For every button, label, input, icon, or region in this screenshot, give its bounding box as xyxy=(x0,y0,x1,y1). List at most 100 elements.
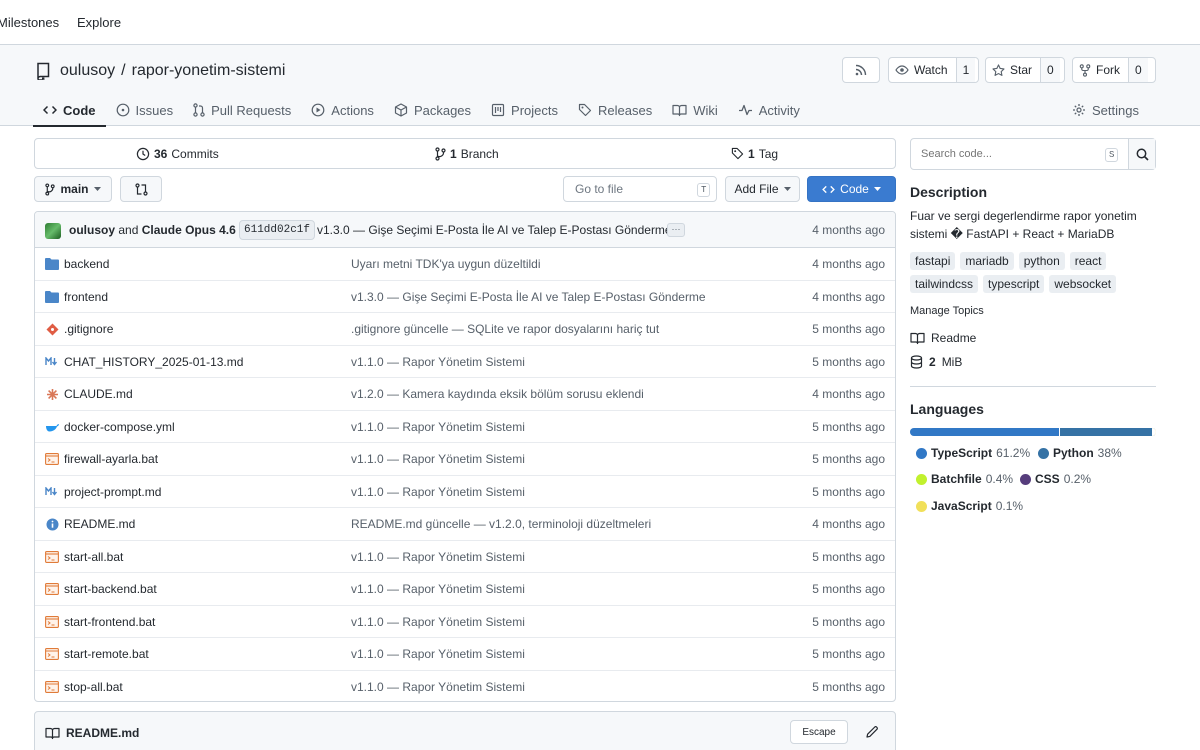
tab-actions[interactable]: Actions xyxy=(301,94,384,126)
file-name-link[interactable]: CLAUDE.md xyxy=(64,387,133,401)
tab-packages[interactable]: Packages xyxy=(384,94,481,126)
code-download-button[interactable]: Code xyxy=(807,176,896,202)
search-input[interactable] xyxy=(911,139,1128,169)
file-name-link[interactable]: start-remote.bat xyxy=(64,647,149,661)
table-row[interactable]: CLAUDE.md v1.2.0 — Kamera kaydında eksik … xyxy=(35,378,895,411)
file-commit-message-link[interactable]: v1.2.0 — Kamera kaydında eksik bölüm sor… xyxy=(351,387,644,401)
language-item[interactable]: TypeScript 61.2% xyxy=(916,446,1030,460)
tab-code[interactable]: Code xyxy=(33,94,106,127)
topic-tag[interactable]: python xyxy=(1018,252,1065,270)
commit-author-primary[interactable]: oulusoy xyxy=(69,223,115,237)
file-name-link[interactable]: start-frontend.bat xyxy=(64,615,155,629)
file-name-link[interactable]: project-prompt.md xyxy=(64,485,161,499)
file-commit-message-link[interactable]: v1.1.0 — Rapor Yönetim Sistemi xyxy=(351,582,525,596)
topic-tag[interactable]: fastapi xyxy=(910,252,956,270)
file-commit-message-link[interactable]: v1.1.0 — Rapor Yönetim Sistemi xyxy=(351,615,525,629)
table-row[interactable]: CHAT_HISTORY_2025-01-13.md v1.1.0 — Rapor… xyxy=(35,346,895,378)
tab-pull-requests[interactable]: Pull Requests xyxy=(183,94,301,126)
file-name-link[interactable]: start-backend.bat xyxy=(64,582,157,596)
file-commit-message-link[interactable]: v1.1.0 — Rapor Yönetim Sistemi xyxy=(351,680,525,694)
tab-projects[interactable]: Projects xyxy=(481,94,568,126)
topic-tag[interactable]: websocket xyxy=(1049,275,1117,293)
file-name-link[interactable]: stop-all.bat xyxy=(64,680,123,694)
add-file-button[interactable]: Add File xyxy=(725,176,800,202)
file-name-link[interactable]: .gitignore xyxy=(64,322,113,336)
nav-explore-link[interactable]: Explore xyxy=(77,15,121,30)
table-row[interactable]: README.md README.md güncelle — v1.2.0, te… xyxy=(35,508,895,541)
branch-selector-button[interactable]: main xyxy=(34,176,112,202)
file-commit-time: 4 months ago xyxy=(812,387,885,401)
language-color-dot xyxy=(916,500,927,512)
repo-owner-link[interactable]: oulusoy xyxy=(60,62,115,80)
file-commit-message-link[interactable]: v1.1.0 — Rapor Yönetim Sistemi xyxy=(351,420,525,434)
file-commit-message-link[interactable]: v1.1.0 — Rapor Yönetim Sistemi xyxy=(351,647,525,661)
star-button[interactable]: Star 0 xyxy=(985,57,1065,83)
avatar[interactable] xyxy=(45,223,61,239)
tags-link[interactable]: 1 Tag xyxy=(731,139,778,168)
file-commit-message-link[interactable]: v1.1.0 — Rapor Yönetim Sistemi xyxy=(351,485,525,499)
table-row[interactable]: start-backend.bat v1.1.0 — Rapor Yönetim … xyxy=(35,573,895,606)
star-count[interactable]: 0 xyxy=(1040,58,1060,82)
search-button[interactable] xyxy=(1128,139,1155,169)
commit-expand-button[interactable]: ··· xyxy=(667,223,685,237)
folder-icon xyxy=(45,257,59,271)
table-row[interactable]: stop-all.bat v1.1.0 — Rapor Yönetim Siste… xyxy=(35,671,895,702)
branches-link[interactable]: 1 Branch xyxy=(435,139,499,168)
file-name-link[interactable]: docker-compose.yml xyxy=(64,420,175,434)
compare-button[interactable] xyxy=(120,176,162,202)
tab-settings[interactable]: Settings xyxy=(1072,94,1139,126)
file-name-link[interactable]: firewall-ayarla.bat xyxy=(64,452,158,466)
go-to-file-input[interactable]: Go to file T xyxy=(563,176,717,202)
table-row[interactable]: backend Uyarı metni TDK'ya uygun düzeltil… xyxy=(35,248,895,281)
language-item[interactable]: Batchfile 0.4% xyxy=(916,472,1013,486)
watch-button[interactable]: Watch 1 xyxy=(888,57,979,83)
file-commit-time: 4 months ago xyxy=(812,257,885,271)
file-name-link[interactable]: frontend xyxy=(64,290,108,304)
file-commit-message-link[interactable]: README.md güncelle — v1.2.0, terminoloji… xyxy=(351,517,651,531)
commits-link[interactable]: 36 Commits xyxy=(136,139,219,168)
language-item[interactable]: Python 38% xyxy=(1038,446,1122,460)
file-name-link[interactable]: README.md xyxy=(64,517,135,531)
fork-button[interactable]: Fork 0 xyxy=(1072,57,1156,83)
nav-milestones-link[interactable]: Milestones xyxy=(0,15,59,30)
fork-count[interactable]: 0 xyxy=(1128,58,1148,82)
pencil-icon[interactable] xyxy=(865,725,879,739)
table-row[interactable]: frontend v1.3.0 — Gişe Seçimi E-Posta İle… xyxy=(35,281,895,313)
terminal-icon xyxy=(45,550,59,564)
file-commit-message-link[interactable]: v1.3.0 — Gişe Seçimi E-Posta İle AI ve T… xyxy=(351,290,706,304)
tab-issues[interactable]: Issues xyxy=(106,94,184,126)
commit-message[interactable]: v1.3.0 — Gişe Seçimi E-Posta İle AI ve T… xyxy=(317,223,672,237)
topic-tag[interactable]: tailwindcss xyxy=(910,275,979,293)
readme-link[interactable]: Readme xyxy=(910,331,976,345)
file-commit-message-link[interactable]: .gitignore güncelle — SQLite ve rapor do… xyxy=(351,322,659,336)
topic-tag[interactable]: react xyxy=(1069,252,1107,270)
table-row[interactable]: start-remote.bat v1.1.0 — Rapor Yönetim S… xyxy=(35,638,895,671)
table-row[interactable]: .gitignore .gitignore güncelle — SQLite v… xyxy=(35,313,895,346)
rss-button[interactable] xyxy=(842,57,880,83)
file-name-link[interactable]: start-all.bat xyxy=(64,550,123,564)
table-row[interactable]: start-all.bat v1.1.0 — Rapor Yönetim Sist… xyxy=(35,541,895,573)
file-name-link[interactable]: CHAT_HISTORY_2025-01-13.md xyxy=(64,355,243,369)
file-commit-message-link[interactable]: v1.1.0 — Rapor Yönetim Sistemi xyxy=(351,550,525,564)
tab-activity[interactable]: Activity xyxy=(728,94,810,126)
file-commit-message-link[interactable]: v1.1.0 — Rapor Yönetim Sistemi xyxy=(351,355,525,369)
file-commit-message-link[interactable]: Uyarı metni TDK'ya uygun düzeltildi xyxy=(351,257,541,271)
table-row[interactable]: docker-compose.yml v1.1.0 — Rapor Yönetim… xyxy=(35,411,895,443)
repo-name-link[interactable]: rapor-yonetim-sistemi xyxy=(132,62,286,80)
table-row[interactable]: firewall-ayarla.bat v1.1.0 — Rapor Yöneti… xyxy=(35,443,895,476)
file-commit-message-link[interactable]: v1.1.0 — Rapor Yönetim Sistemi xyxy=(351,452,525,466)
language-item[interactable]: JavaScript 0.1% xyxy=(916,499,1023,513)
file-name-link[interactable]: backend xyxy=(64,257,109,271)
escape-button[interactable]: Escape xyxy=(790,720,848,744)
commit-sha[interactable]: 611dd02c1f xyxy=(239,220,316,240)
manage-topics-link[interactable]: Manage Topics xyxy=(910,305,984,317)
language-item[interactable]: CSS 0.2% xyxy=(1020,472,1091,486)
topic-tag[interactable]: mariadb xyxy=(960,252,1014,270)
watch-count[interactable]: 1 xyxy=(955,58,976,82)
tab-releases[interactable]: Releases xyxy=(568,94,662,126)
table-row[interactable]: start-frontend.bat v1.1.0 — Rapor Yönetim… xyxy=(35,606,895,638)
topic-tag[interactable]: typescript xyxy=(983,275,1045,293)
table-row[interactable]: project-prompt.md v1.1.0 — Rapor Yönetim … xyxy=(35,476,895,508)
commit-author-secondary[interactable]: Claude Opus 4.6 xyxy=(142,223,236,237)
tab-wiki[interactable]: Wiki xyxy=(662,94,728,126)
